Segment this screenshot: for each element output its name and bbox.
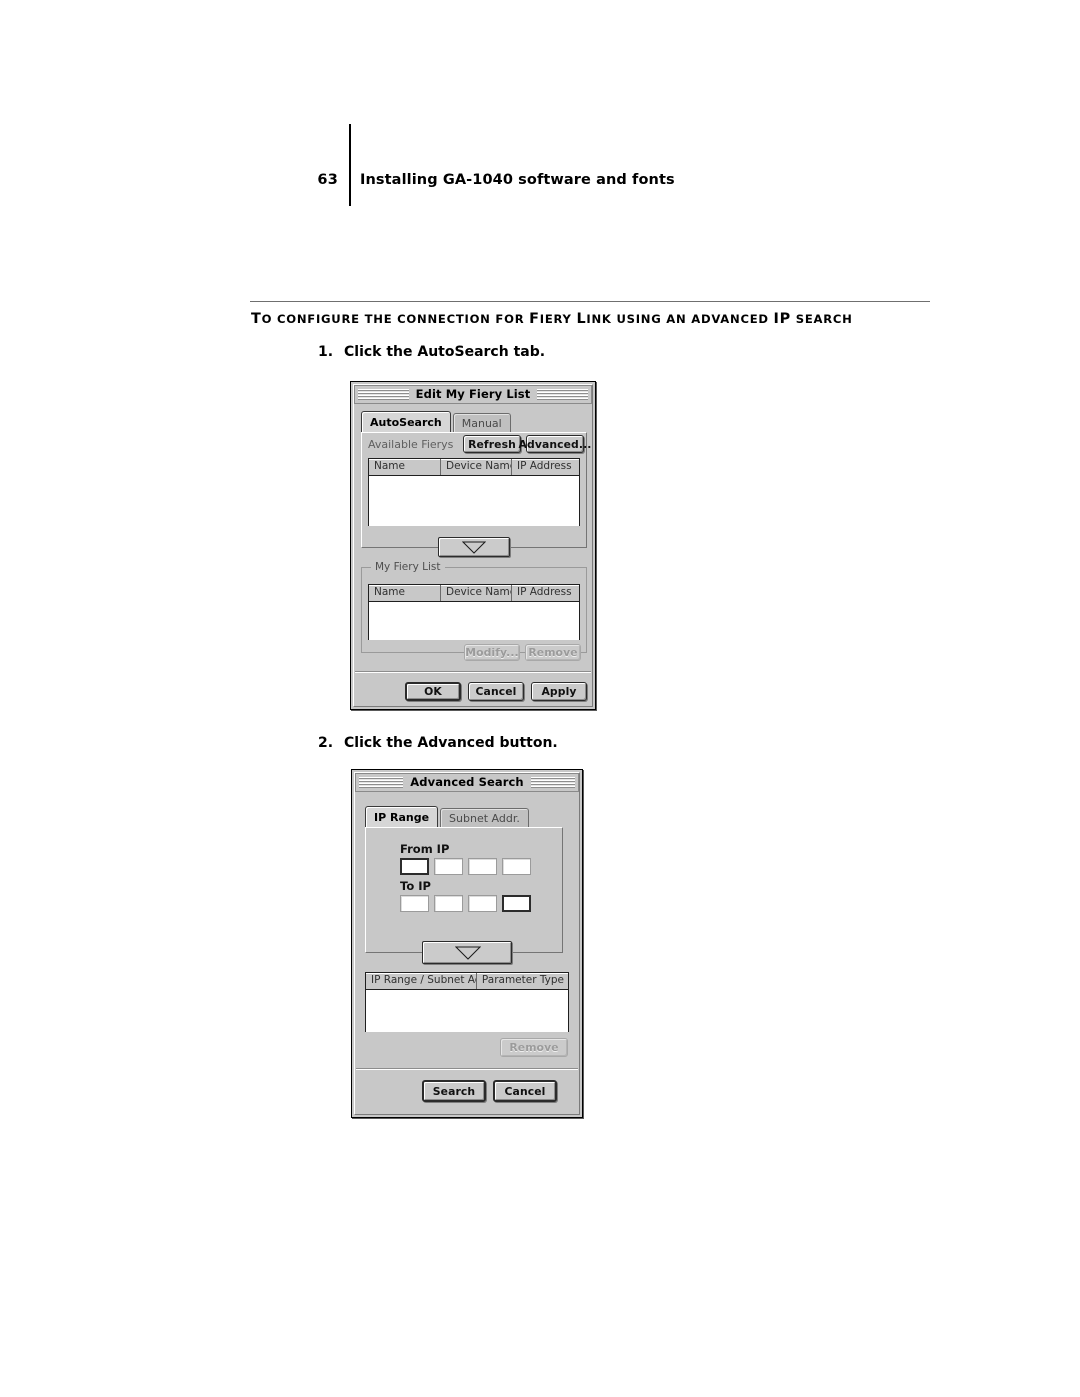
dialog-advanced-search[interactable]: Advanced Search IP Range Subnet Addr. Fr… (351, 769, 583, 1118)
column-header-ip-address[interactable]: IP Address (512, 585, 579, 601)
tab-ip-range[interactable]: IP Range (365, 806, 439, 827)
tab-autosearch-label: AutoSearch (370, 415, 442, 429)
column-header-name[interactable]: Name (369, 459, 441, 475)
column-header-device-name[interactable]: Device Name (441, 585, 512, 601)
tab-autosearch[interactable]: AutoSearch (361, 411, 451, 432)
search-parameters-list-header: IP Range / Subnet Addr Parameter Type (366, 973, 568, 990)
my-fiery-list-group-label: My Fiery List (371, 561, 445, 573)
triangle-down-icon (462, 541, 486, 554)
step-2-text: Click the Advanced button. (344, 735, 558, 751)
cancel-button[interactable]: Cancel (493, 1080, 557, 1102)
procedure-title-part-1: T (251, 311, 262, 327)
from-ip-octet-3[interactable] (468, 858, 497, 875)
folio-divider-rule (349, 124, 351, 206)
to-ip-label: To IP (400, 879, 431, 893)
to-ip-octet-3[interactable] (468, 895, 497, 912)
from-ip-label: From IP (400, 842, 450, 856)
my-fiery-list-header: Name Device Name IP Address (369, 585, 579, 602)
procedure-title-part-7: IP (773, 311, 791, 327)
column-header-name[interactable]: Name (369, 585, 441, 601)
procedure-title-part-6: INK USING AN ADVANCED (586, 312, 774, 326)
tab-ip-range-label: IP Range (374, 810, 430, 824)
my-fiery-list-body[interactable] (369, 602, 579, 640)
procedure-title: TO CONFIGURE THE CONNECTION FOR FIERY LI… (251, 311, 853, 327)
tab-subnet-addr-label: Subnet Addr. (449, 811, 520, 825)
available-fierys-list-header: Name Device Name IP Address (369, 459, 579, 476)
triangle-down-icon (455, 946, 481, 960)
column-header-ip-range-subnet-addr[interactable]: IP Range / Subnet Addr (366, 973, 477, 989)
cancel-button[interactable]: Cancel (468, 682, 524, 701)
available-fierys-label: Available Fierys (368, 438, 454, 451)
button-bar-separator-highlight (356, 1069, 578, 1070)
to-ip-octet-2[interactable] (434, 895, 463, 912)
tab-manual[interactable]: Manual (452, 413, 511, 432)
search-button[interactable]: Search (422, 1080, 486, 1102)
my-fiery-list[interactable]: Name Device Name IP Address (368, 584, 580, 640)
apply-button[interactable]: Apply (531, 682, 587, 701)
from-ip-octet-2[interactable] (434, 858, 463, 875)
dialog-title: Edit My Fiery List (408, 388, 538, 401)
column-header-device-name[interactable]: Device Name (441, 459, 512, 475)
to-ip-octet-4[interactable] (502, 895, 531, 912)
tab-manual-label: Manual (461, 416, 502, 430)
dialog-titlebar[interactable]: Edit My Fiery List (354, 385, 592, 404)
section-divider-rule (250, 301, 930, 302)
search-parameters-list[interactable]: IP Range / Subnet Addr Parameter Type (365, 972, 569, 1032)
dialog-titlebar[interactable]: Advanced Search (355, 773, 579, 792)
procedure-title-part-5: L (576, 311, 587, 327)
advanced-button[interactable]: Advanced... (519, 435, 591, 453)
remove-button[interactable]: Remove (500, 1038, 568, 1057)
tab-subnet-addr[interactable]: Subnet Addr. (440, 808, 529, 827)
step-1: 1. Click the AutoSearch tab. (318, 344, 545, 360)
move-to-my-list-button[interactable] (438, 537, 510, 557)
remove-button[interactable]: Remove (525, 644, 581, 661)
step-1-number: 1. (318, 344, 334, 360)
running-head: Installing GA-1040 software and fonts (360, 172, 675, 188)
ok-button[interactable]: OK (405, 682, 461, 701)
tabstrip-search-parameter: IP Range Subnet Addr. (365, 806, 529, 827)
procedure-title-part-8: SEARCH (790, 312, 853, 326)
procedure-title-part-3: F (529, 311, 540, 327)
add-parameter-button[interactable] (422, 941, 512, 964)
page-number: 63 (317, 172, 338, 188)
dialog-title: Advanced Search (403, 776, 531, 789)
button-bar-separator-highlight (355, 672, 591, 673)
available-fierys-list[interactable]: Name Device Name IP Address (368, 458, 580, 526)
available-fierys-list-body[interactable] (369, 476, 579, 526)
step-2-number: 2. (318, 735, 334, 751)
procedure-title-part-2: O CONFIGURE THE CONNECTION FOR (261, 312, 530, 326)
from-ip-octet-1[interactable] (400, 858, 429, 875)
search-parameters-list-body[interactable] (366, 990, 568, 1032)
procedure-title-part-4: IERY (539, 312, 577, 326)
dialog-edit-my-fiery-list[interactable]: Edit My Fiery List AutoSearch Manual Ava… (350, 381, 596, 710)
tabstrip-search-mode: AutoSearch Manual (361, 411, 511, 432)
column-header-ip-address[interactable]: IP Address (512, 459, 579, 475)
modify-button[interactable]: Modify... (464, 644, 520, 661)
column-header-parameter-type[interactable]: Parameter Type (477, 973, 568, 989)
step-1-text: Click the AutoSearch tab. (344, 344, 546, 360)
step-2: 2. Click the Advanced button. (318, 735, 558, 751)
refresh-button[interactable]: Refresh (463, 435, 521, 453)
panel-ip-range (365, 827, 563, 953)
to-ip-octet-1[interactable] (400, 895, 429, 912)
from-ip-octet-4[interactable] (502, 858, 531, 875)
